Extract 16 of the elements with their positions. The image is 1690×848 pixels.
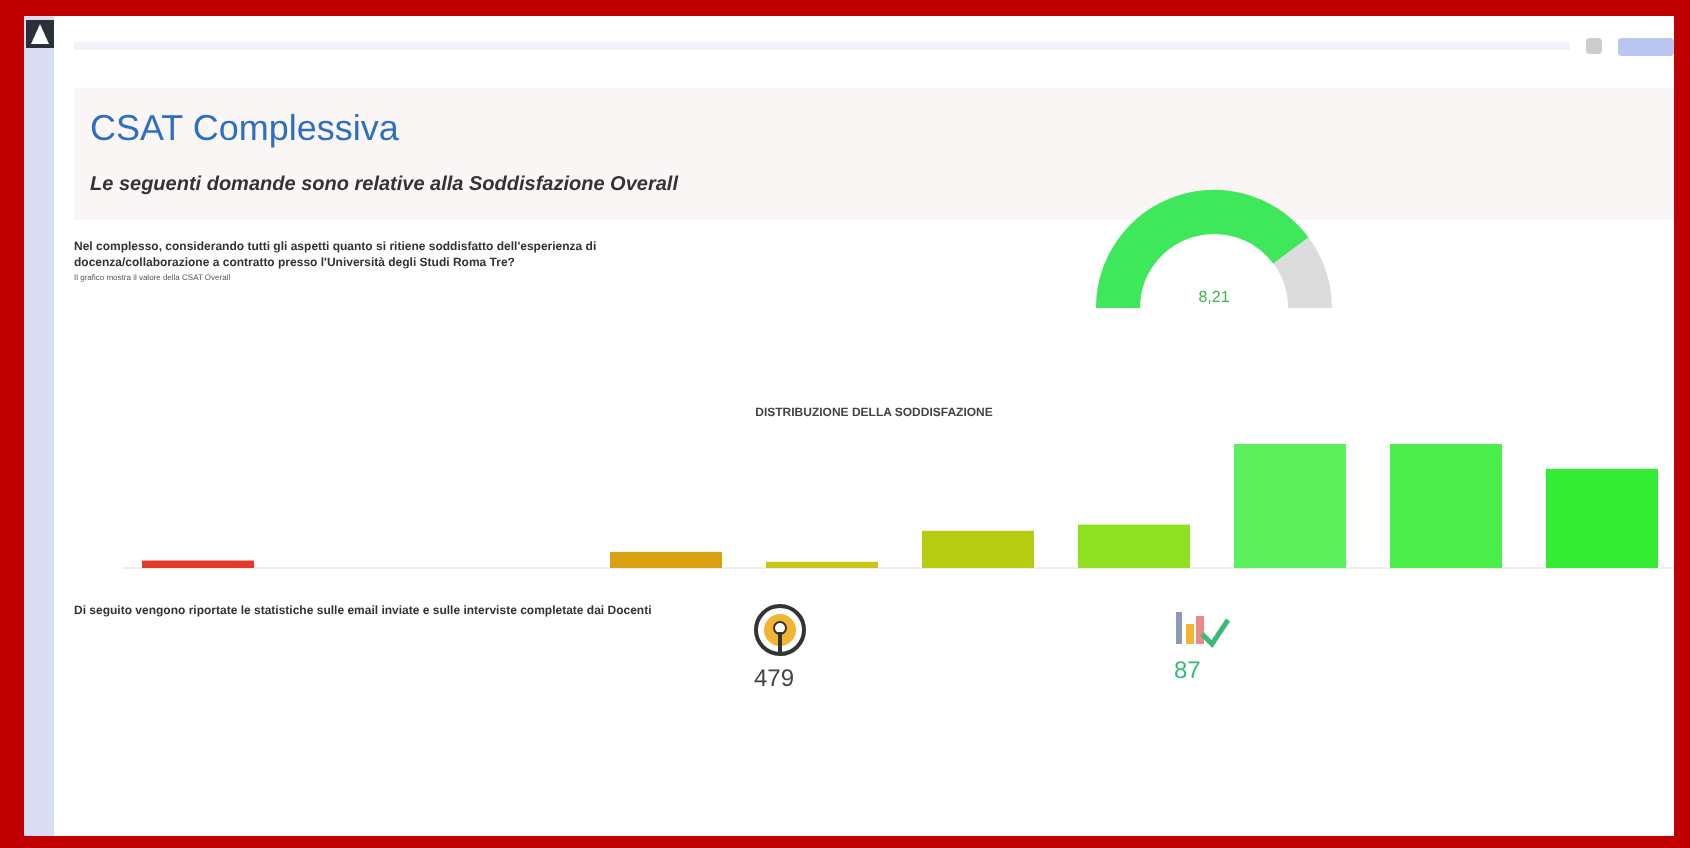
broadcast-icon	[754, 604, 806, 656]
user-icon[interactable]	[1586, 38, 1602, 54]
chart-bar	[1546, 468, 1658, 568]
stat-value: 479	[754, 664, 797, 692]
chart-bar	[1078, 524, 1190, 568]
page-title: CSAT Complessiva	[90, 108, 401, 150]
chart-bar	[922, 530, 1034, 568]
chart-bar	[1234, 444, 1346, 568]
logo-icon[interactable]	[26, 20, 54, 48]
stat-value: 87	[1174, 656, 1203, 684]
page-subtitle: Le seguenti domande sono relative alla Soddisfazione Overall	[90, 174, 681, 196]
chart-bar	[766, 561, 878, 568]
chart-bar	[142, 560, 254, 568]
header-button[interactable]	[1618, 37, 1674, 55]
chart-bar	[1390, 444, 1502, 568]
chart-bar	[610, 551, 722, 568]
